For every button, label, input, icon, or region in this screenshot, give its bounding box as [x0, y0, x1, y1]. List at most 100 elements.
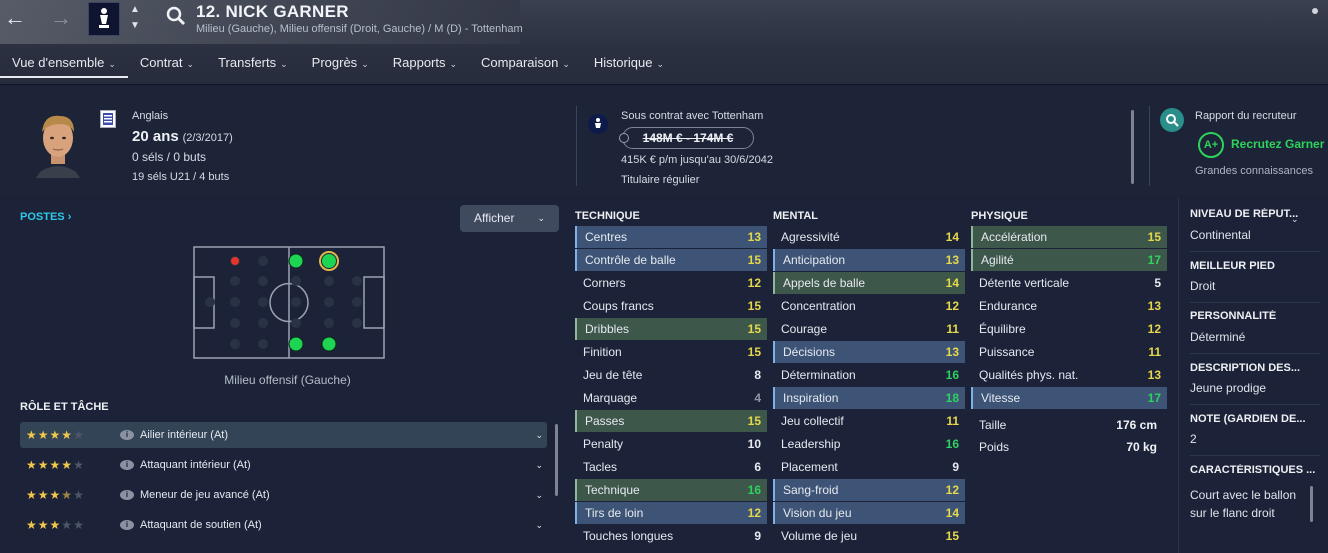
scrollbar[interactable] [555, 424, 558, 496]
attribute-row-anticipation[interactable]: Anticipation 13 [773, 249, 965, 271]
physical-height-row: Taille 176 cm [971, 414, 1167, 436]
search-icon[interactable] [166, 6, 186, 26]
attribute-row-penalty[interactable]: Penalty 10 [575, 433, 767, 455]
attribute-value: 12 [945, 483, 959, 497]
attribute-row-endurance[interactable]: Endurance 13 [971, 295, 1167, 317]
attribute-row-touches-longues[interactable]: Touches longues 9 [575, 525, 767, 547]
chevron-down-icon[interactable]: ⌄ [1291, 214, 1299, 225]
player-info-strip: Anglais 20 ans (2/3/2017) 0 séls / 0 but… [0, 86, 1328, 196]
tab-label: Vue d'ensemble [12, 55, 105, 70]
info-icon[interactable]: i [120, 460, 134, 470]
tab-contract[interactable]: Contrat ⌄ [128, 48, 206, 78]
star-icon: ★ [49, 518, 62, 532]
attribute-name: Inspiration [783, 391, 839, 405]
positions-link[interactable]: POSTES › [20, 211, 71, 223]
attribute-row-tirs-de-loin[interactable]: Tirs de loin 12 [575, 502, 767, 524]
attribute-value: 11 [946, 322, 959, 336]
scrollbar[interactable] [1310, 486, 1313, 522]
attribute-name: Qualités phys. nat. [979, 368, 1079, 382]
attribute-row-corners[interactable]: Corners 12 [575, 272, 767, 294]
attribute-row-decisions[interactable]: Décisions 13 [773, 341, 965, 363]
attribute-row-technique[interactable]: Technique 16 [575, 479, 767, 501]
attribute-row-passes[interactable]: Passes 15 [575, 410, 767, 432]
chevron-down-icon: ⌄ [108, 59, 116, 69]
attribute-name: Penalty [583, 437, 624, 451]
attribute-row-centres[interactable]: Centres 13 [575, 226, 767, 248]
attribute-row-dribbles[interactable]: Dribbles 15 [575, 318, 767, 340]
attribute-row-leadership[interactable]: Leadership 16 [773, 433, 965, 455]
attribute-name: Volume de jeu [781, 529, 858, 543]
role-row-meneur-de-jeu-avance-at[interactable]: ★★★★★ i Meneur de jeu avancé (At) ⌄ [20, 482, 547, 508]
attribute-row-sang-froid[interactable]: Sang-froid 12 [773, 479, 965, 501]
attribute-row-vision-du-jeu[interactable]: Vision du jeu 14 [773, 502, 965, 524]
role-row-ailier-interieur-at[interactable]: ★★★★★ i Ailier intérieur (At) ⌄ [20, 422, 547, 448]
attribute-row-agilite[interactable]: Agilité 17 [971, 249, 1167, 271]
info-icon[interactable]: i [120, 520, 134, 530]
attribute-row-jeu-de-tete[interactable]: Jeu de tête 8 [575, 364, 767, 386]
attribute-row-vitesse[interactable]: Vitesse 17 [971, 387, 1167, 409]
chevron-down-icon[interactable]: ⌄ [535, 460, 543, 471]
attribute-row-concentration[interactable]: Concentration 12 [773, 295, 965, 317]
star-icon: ★ [26, 458, 38, 472]
arrow-right-icon[interactable]: → [48, 5, 74, 31]
arrow-left-icon[interactable]: ← [2, 5, 28, 31]
positions-panel: POSTES › Afficher ⌄ Milieu offensif (Gauc… [10, 198, 565, 553]
attribute-name: Agilité [981, 253, 1014, 267]
star-icon: ★ [49, 428, 62, 442]
star-icon: ★ [61, 458, 74, 472]
star-rating-icon: ★★★★★ [20, 458, 112, 472]
attribute-row-inspiration[interactable]: Inspiration 18 [773, 387, 965, 409]
player-switch-icon[interactable]: ▲ ▼ [128, 2, 142, 36]
attribute-row-volume-de-jeu[interactable]: Volume de jeu 15 [773, 525, 965, 547]
attribute-row-controle-de-balle[interactable]: Contrôle de balle 15 [575, 249, 767, 271]
attribute-row-puissance[interactable]: Puissance 11 [971, 341, 1167, 363]
info-icon[interactable]: i [120, 430, 134, 440]
mental-heading: MENTAL [773, 210, 819, 222]
role-row-attaquant-interieur-at[interactable]: ★★★★★ i Attaquant intérieur (At) ⌄ [20, 452, 547, 478]
transfer-value-badge[interactable]: 148M € - 174M € [619, 127, 754, 149]
attribute-row-courage[interactable]: Courage 11 [773, 318, 965, 340]
attribute-name: Corners [583, 276, 626, 290]
tab-history[interactable]: Historique ⌄ [582, 48, 676, 78]
attribute-row-agressivite[interactable]: Agressivité 14 [773, 226, 965, 248]
tab-label: Contrat [139, 55, 183, 70]
display-dropdown-button[interactable]: Afficher ⌄ [460, 205, 559, 232]
star-icon: ★ [61, 428, 74, 442]
attribute-row-jeu-collectif[interactable]: Jeu collectif 11 [773, 410, 965, 432]
scout-grade-badge: A+ [1198, 132, 1224, 158]
info-icon[interactable]: i [120, 490, 134, 500]
attribute-row-tacles[interactable]: Tacles 6 [575, 456, 767, 478]
tab-comparison[interactable]: Comparaison ⌄ [469, 48, 582, 78]
chevron-down-icon[interactable]: ⌄ [535, 520, 543, 531]
attribute-value: 15 [747, 299, 761, 313]
tab-transfers[interactable]: Transferts ⌄ [206, 48, 300, 78]
attribute-row-determination[interactable]: Détermination 16 [773, 364, 965, 386]
attribute-row-coups-francs[interactable]: Coups francs 15 [575, 295, 767, 317]
attribute-row-acceleration[interactable]: Accélération 15 [971, 226, 1167, 248]
age-value: 20 ans [132, 128, 179, 145]
scout-search-icon[interactable] [1160, 108, 1184, 132]
tab-reports[interactable]: Rapports ⌄ [381, 48, 469, 78]
attribute-value: 13 [945, 345, 959, 359]
tab-overview[interactable]: Vue d'ensemble ⌄ [0, 48, 128, 78]
chevron-down-icon[interactable]: ⌄ [535, 430, 543, 441]
star-icon: ★ [73, 518, 85, 532]
role-row-attaquant-de-soutien-at[interactable]: ★★★★★ i Attaquant de soutien (At) ⌄ [20, 512, 547, 538]
attribute-row-appels-de-balle[interactable]: Appels de balle 14 [773, 272, 965, 294]
attribute-row-detente-verticale[interactable]: Détente verticale 5 [971, 272, 1167, 294]
star-icon: ★ [49, 488, 62, 502]
attribute-row-placement[interactable]: Placement 9 [773, 456, 965, 478]
star-icon: ★ [49, 458, 62, 472]
attribute-name: Sang-froid [783, 483, 839, 497]
attribute-row-equilibre[interactable]: Équilibre 12 [971, 318, 1167, 340]
physical-weight-value: 70 kg [1126, 440, 1157, 454]
club-badge-icon [588, 114, 608, 134]
chevron-down-icon[interactable]: ⌄ [535, 490, 543, 501]
attribute-row-marquage[interactable]: Marquage 4 [575, 387, 767, 409]
scrollbar[interactable] [1131, 110, 1134, 184]
club-crest-icon[interactable] [88, 2, 120, 36]
attribute-value: 13 [945, 253, 959, 267]
attribute-row-finition[interactable]: Finition 15 [575, 341, 767, 363]
tab-progress[interactable]: Progrès ⌄ [300, 48, 381, 78]
attribute-row-qualites-phys-nat[interactable]: Qualités phys. nat. 13 [971, 364, 1167, 386]
